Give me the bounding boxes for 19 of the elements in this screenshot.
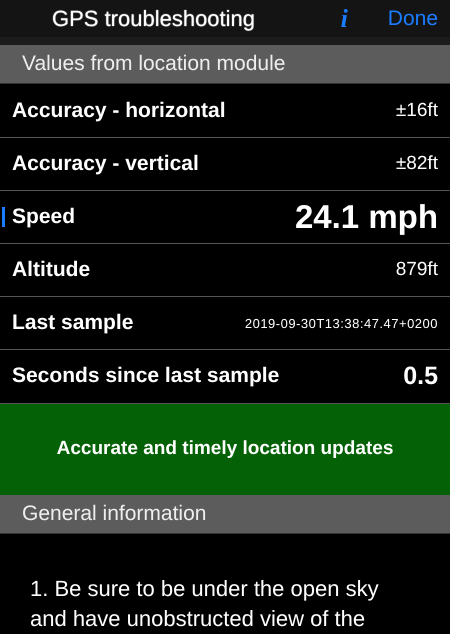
status-text: Accurate and timely location updates: [56, 438, 394, 460]
row-value: 0.5: [403, 362, 438, 391]
screen-title: GPS troubleshooting: [52, 6, 256, 32]
row-label: Accuracy - vertical: [12, 154, 199, 174]
row-label: Seconds since last sample: [12, 366, 280, 386]
row-label: Last sample: [12, 313, 134, 334]
row-value: ±82ft: [396, 152, 438, 175]
row-value: ±16ft: [396, 100, 438, 122]
row-value: 24.1 mph: [294, 198, 438, 236]
info-paragraph: 1. Be sure to be under the open sky and have unobstructed view of the: [29, 575, 380, 633]
info-button[interactable]: i: [336, 4, 352, 34]
done-button[interactable]: Done: [388, 6, 438, 31]
row-value: 2019-09-30T13:38:47.47+0200: [244, 316, 438, 331]
section-header: General information: [0, 494, 450, 534]
section-header: Values from location module: [0, 45, 450, 84]
row-value: 879ft: [396, 259, 438, 282]
row-label: Altitude: [12, 260, 90, 280]
row-label: Speed: [2, 206, 76, 227]
row-label: Accuracy - horizontal: [12, 100, 226, 121]
